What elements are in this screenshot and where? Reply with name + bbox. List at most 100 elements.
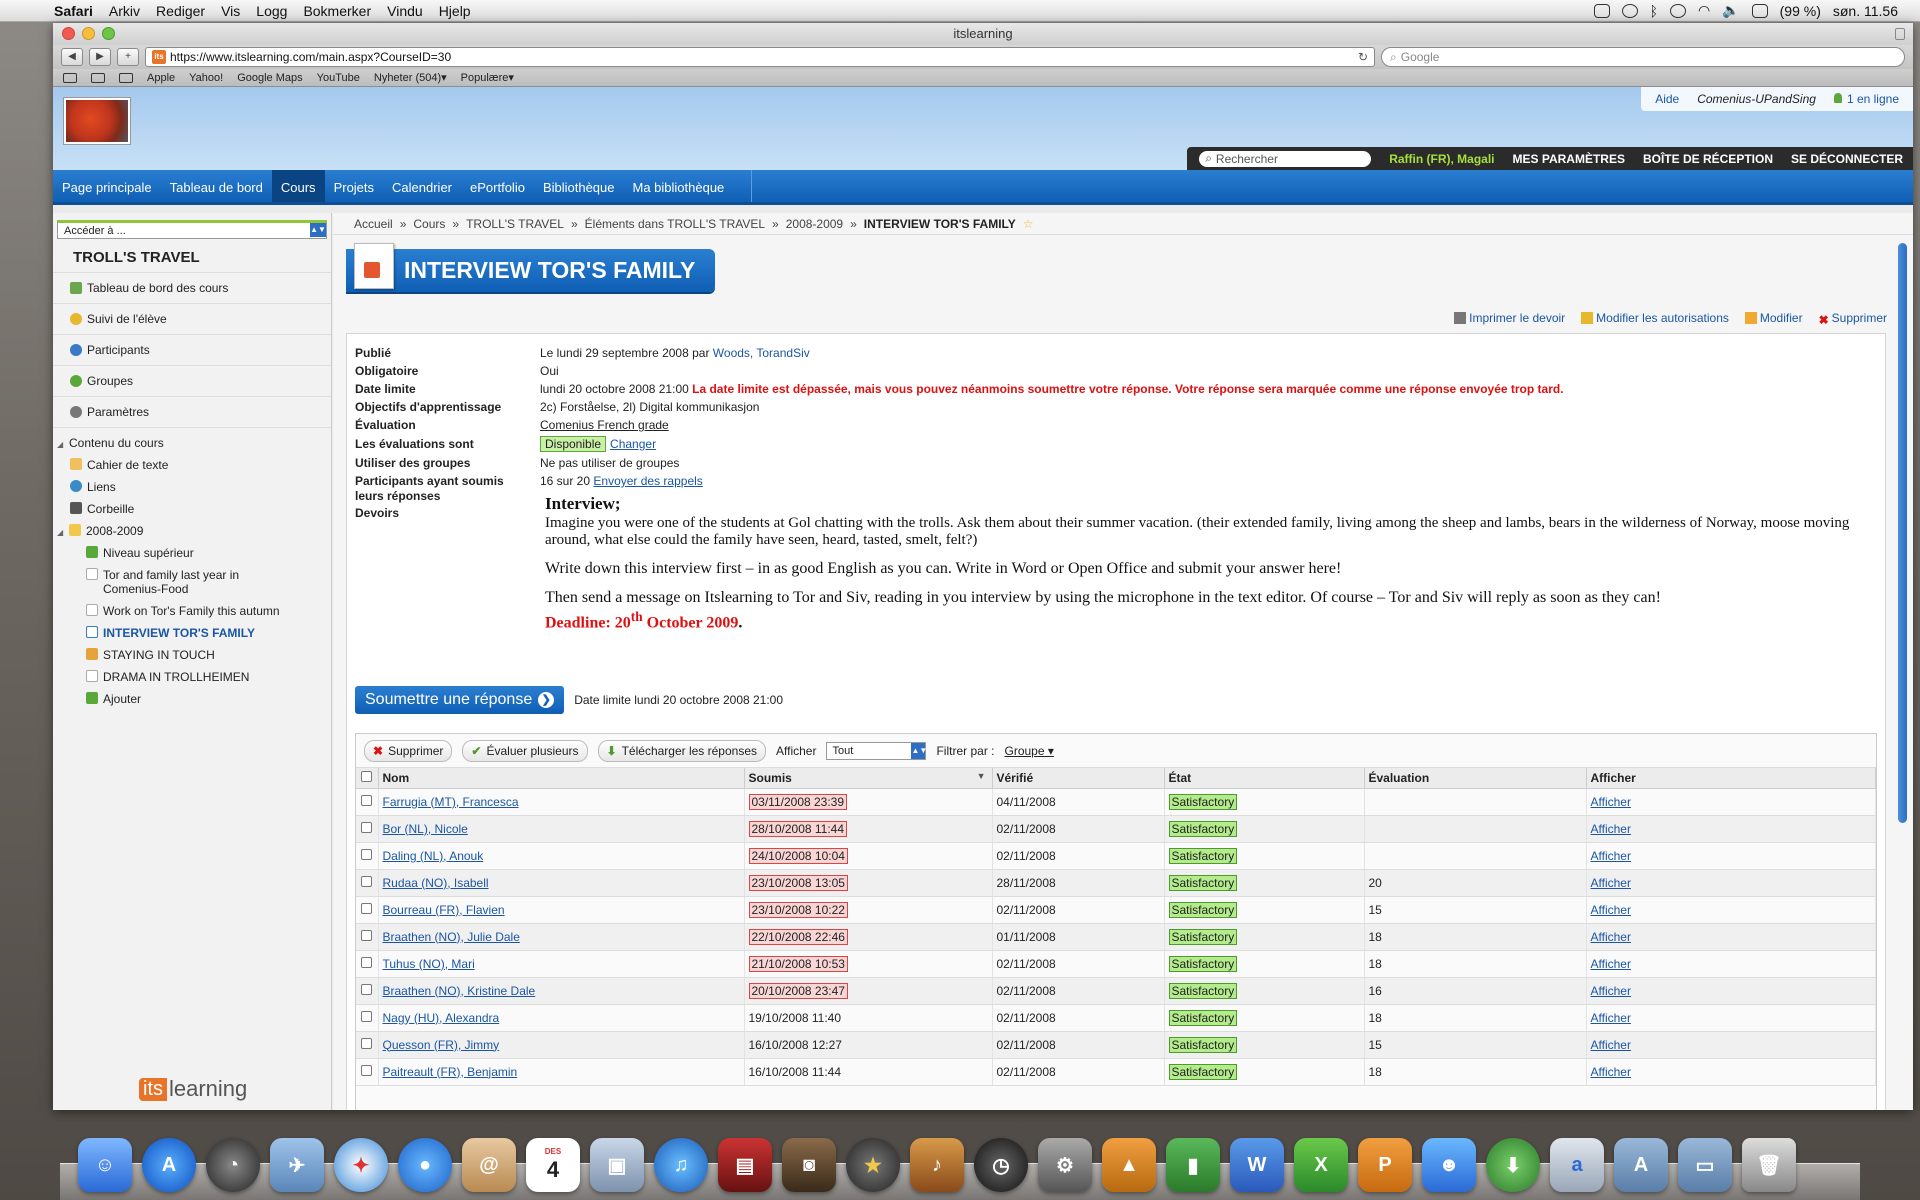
tree-item-tor-family-last-year[interactable]: Tor and family last year in Comenius-Foo… [53,564,331,600]
delete-selected-button[interactable]: ✖ Supprimer [364,739,453,762]
menu-item-rediger[interactable]: Rediger [156,3,205,19]
nav-tab-courses[interactable]: Cours [271,170,325,202]
word-icon[interactable]: W [1230,1138,1284,1192]
sidebar-item-settings[interactable]: Paramètres [53,397,331,428]
ichat-icon[interactable]: ● [398,1138,452,1192]
edit-link[interactable]: Modifier [1744,311,1803,325]
documents-folder-icon[interactable]: ▭ [1678,1138,1732,1192]
numbers-icon[interactable]: ▮ [1166,1138,1220,1192]
menu-clock[interactable]: søn. 11.56 [1833,3,1898,19]
menu-item-vis[interactable]: Vis [221,3,240,19]
student-name-link[interactable]: Tuhus (NO), Mari [383,957,475,971]
download-answers-button[interactable]: ⬇ Télécharger les réponses [597,739,766,762]
add-bookmark-button[interactable]: + [117,48,139,66]
dashboard-app-icon[interactable]: ◔ [206,1138,260,1192]
site-logo[interactable] [63,97,131,145]
time-machine-icon[interactable] [1669,3,1686,18]
nav-tab-eportfolio[interactable]: ePortfolio [461,170,534,202]
prop-published-by-link[interactable]: Woods, TorandSiv [713,346,810,360]
sidebar-item-groups[interactable]: Groupes [53,366,331,397]
nav-tab-calendar[interactable]: Calendrier [383,170,461,202]
row-checkbox[interactable] [361,902,372,914]
settings-link[interactable]: MES PARAMÈTRES [1513,152,1625,166]
battery-icon[interactable] [1751,3,1768,18]
sidebar-item-participants[interactable]: Participants [53,335,331,366]
col-header-verified[interactable]: Vérifié [992,768,1165,789]
menu-item-bokmerker[interactable]: Bokmerker [303,3,371,19]
reload-icon[interactable]: ↻ [1358,50,1368,64]
student-name-link[interactable]: Nagy (HU), Alexandra [383,1011,500,1025]
downloads-icon[interactable]: ⬇ [1486,1138,1540,1192]
menu-item-arkiv[interactable]: Arkiv [109,3,140,19]
keynote-icon[interactable]: ▲ [1102,1138,1156,1192]
view-link[interactable]: Afficher [1591,930,1631,944]
menu-item-logg[interactable]: Logg [256,3,287,19]
row-checkbox[interactable] [361,875,372,887]
menu-item-hjelp[interactable]: Hjelp [439,3,471,19]
close-window-button[interactable] [62,27,75,40]
send-reminders-link[interactable]: Envoyer des rappels [593,474,702,488]
garageband-icon[interactable]: ♪ [910,1138,964,1192]
tree-item-upper-level[interactable]: Niveau supérieur [53,542,331,564]
bookmark-populaere[interactable]: Populære▾ [461,71,514,84]
view-link[interactable]: Afficher [1591,903,1631,917]
nav-tab-my-library[interactable]: Ma bibliothèque [624,170,734,202]
bookmark-youtube[interactable]: YouTube [317,72,360,84]
inbox-link[interactable]: BOÎTE DE RÉCEPTION [1643,152,1773,166]
submit-answer-button[interactable]: Soumettre une réponse ❯ [355,686,565,714]
tree-header-content[interactable]: ◢ Contenu du cours [53,432,331,454]
view-link[interactable]: Afficher [1591,822,1631,836]
browser-search-field[interactable]: ⌕ Google [1381,47,1905,67]
student-name-link[interactable]: Farrugia (MT), Francesca [383,795,519,809]
row-checkbox[interactable] [361,929,372,941]
breadcrumb-folder[interactable]: 2008-2009 [786,217,843,231]
nav-tab-library[interactable]: Bibliothèque [534,170,624,202]
tree-item-notebook[interactable]: Cahier de texte [53,454,331,476]
view-link[interactable]: Afficher [1591,795,1631,809]
star-icon[interactable]: ☆ [1023,217,1034,231]
select-all-checkbox[interactable] [361,770,372,782]
tree-item-folder-2008[interactable]: ◢ 2008-2009 [53,520,331,542]
show-filter-select[interactable]: Tout ▲▼ [826,741,927,760]
row-checkbox[interactable] [361,848,372,860]
view-link[interactable]: Afficher [1591,876,1631,890]
filter-group-dropdown[interactable]: Groupe ▾ [1004,744,1053,758]
student-name-link[interactable]: Braathen (NO), Kristine Dale [383,984,536,998]
powerpoint-icon[interactable]: P [1358,1138,1412,1192]
address-book-icon[interactable]: @ [462,1138,516,1192]
prop-evaluation-link[interactable]: Comenius French grade [540,416,669,434]
wifi-icon[interactable]: ◠ [1698,2,1710,19]
safari-icon[interactable]: ✦ [334,1138,388,1192]
front-row-icon[interactable]: ▤ [718,1138,772,1192]
toolbar-toggle-button[interactable] [1895,28,1905,40]
student-name-link[interactable]: Bor (NL), Nicole [383,822,468,836]
menu-app[interactable]: Safari [54,3,93,19]
volume-icon[interactable]: 🔈 [1722,2,1739,19]
view-link[interactable]: Afficher [1591,957,1631,971]
messenger-icon[interactable]: ☻ [1422,1138,1476,1192]
minimize-window-button[interactable] [82,27,95,40]
bookmarks-book-icon[interactable] [91,72,105,83]
bookmark-nyheter[interactable]: Nyheter (504)▾ [374,71,447,84]
tree-item-links[interactable]: Liens [53,476,331,498]
tree-item-staying-in-touch[interactable]: STAYING IN TOUCH [53,644,331,666]
tree-item-drama[interactable]: DRAMA IN TROLLHEIMEN [53,666,331,688]
tree-item-interview-tor[interactable]: INTERVIEW TOR'S FAMILY [53,622,331,644]
student-name-link[interactable]: Bourreau (FR), Flavien [383,903,505,917]
documents-stack-icon[interactable]: a [1550,1138,1604,1192]
student-name-link[interactable]: Rudaa (NO), Isabell [383,876,489,890]
student-name-link[interactable]: Quesson (FR), Jimmy [383,1038,500,1052]
view-link[interactable]: Afficher [1591,1065,1631,1079]
course-title[interactable]: TROLL'S TRAVEL [53,239,331,273]
zoom-window-button[interactable] [102,27,115,40]
bookmark-yahoo[interactable]: Yahoo! [189,72,223,84]
row-checkbox[interactable] [361,794,372,806]
col-header-grade[interactable]: Évaluation [1364,768,1587,789]
finder-icon[interactable]: ☺ [78,1138,132,1192]
online-users-link[interactable]: 1 en ligne [1833,92,1899,106]
collapse-triangle-icon[interactable]: ◢ [57,438,65,452]
menu-item-vindu[interactable]: Vindu [387,3,423,19]
excel-icon[interactable]: X [1294,1138,1348,1192]
col-header-state[interactable]: État [1164,768,1365,789]
col-header-submitted[interactable]: Soumis ▼ [744,768,993,789]
